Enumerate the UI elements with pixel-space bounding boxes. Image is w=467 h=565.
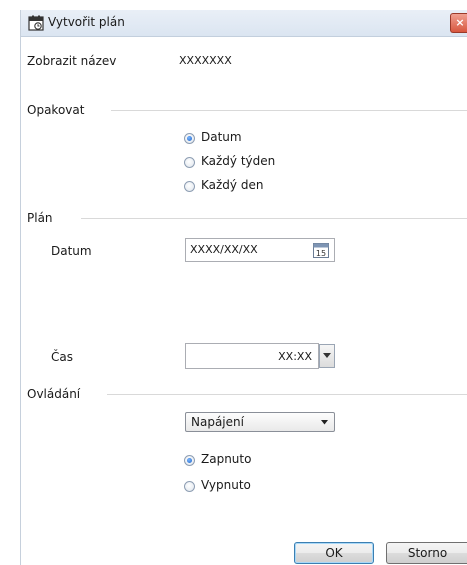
repeat-divider	[111, 110, 467, 111]
close-button[interactable]: ×	[450, 13, 467, 33]
power-on-label[interactable]: Zapnuto	[201, 452, 251, 466]
time-value[interactable]: XX:XX	[278, 350, 312, 363]
repeat-daily-label[interactable]: Každý den	[201, 178, 263, 192]
dropdown-arrow-icon	[321, 420, 328, 425]
control-type-value[interactable]: Napájení	[191, 415, 244, 429]
plan-section-header: Plán	[27, 211, 53, 225]
date-label: Datum	[51, 244, 92, 258]
repeat-daily-radio[interactable]	[184, 181, 195, 192]
ok-button[interactable]: OK	[294, 542, 374, 564]
plan-divider	[81, 218, 467, 219]
cancel-button[interactable]: Storno	[386, 542, 467, 564]
repeat-date-label[interactable]: Datum	[201, 130, 242, 144]
time-label: Čas	[51, 350, 73, 364]
power-on-radio[interactable]	[184, 455, 195, 466]
time-dropdown-button[interactable]	[319, 344, 335, 368]
display-name-label: Zobrazit název	[27, 54, 117, 68]
title-bar: Vytvořit plán ×	[21, 10, 467, 37]
repeat-weekly-label[interactable]: Každý týden	[201, 154, 275, 168]
time-input[interactable]: XX:XX	[185, 343, 319, 369]
calendar-day: 15	[316, 249, 326, 258]
date-picker[interactable]: XXXX/XX/XX 15	[185, 238, 335, 262]
power-off-label[interactable]: Vypnuto	[201, 478, 251, 492]
power-off-radio[interactable]	[184, 481, 195, 492]
control-section-header: Ovládání	[27, 387, 81, 401]
dialog-window: Vytvořit plán × Zobrazit název XXXXXXX O…	[20, 10, 467, 565]
display-name-value: XXXXXXX	[179, 54, 232, 67]
window-title: Vytvořit plán	[48, 15, 125, 29]
date-value[interactable]: XXXX/XX/XX	[190, 243, 258, 256]
repeat-date-radio[interactable]	[184, 133, 195, 144]
close-icon: ×	[455, 16, 465, 29]
scheduler-icon	[28, 15, 44, 31]
repeat-weekly-radio[interactable]	[184, 157, 195, 168]
control-divider	[107, 394, 467, 395]
repeat-section-header: Opakovat	[27, 103, 85, 117]
control-type-dropdown[interactable]: Napájení	[185, 412, 335, 432]
chevron-down-icon	[323, 353, 331, 358]
calendar-icon[interactable]: 15	[313, 242, 329, 258]
